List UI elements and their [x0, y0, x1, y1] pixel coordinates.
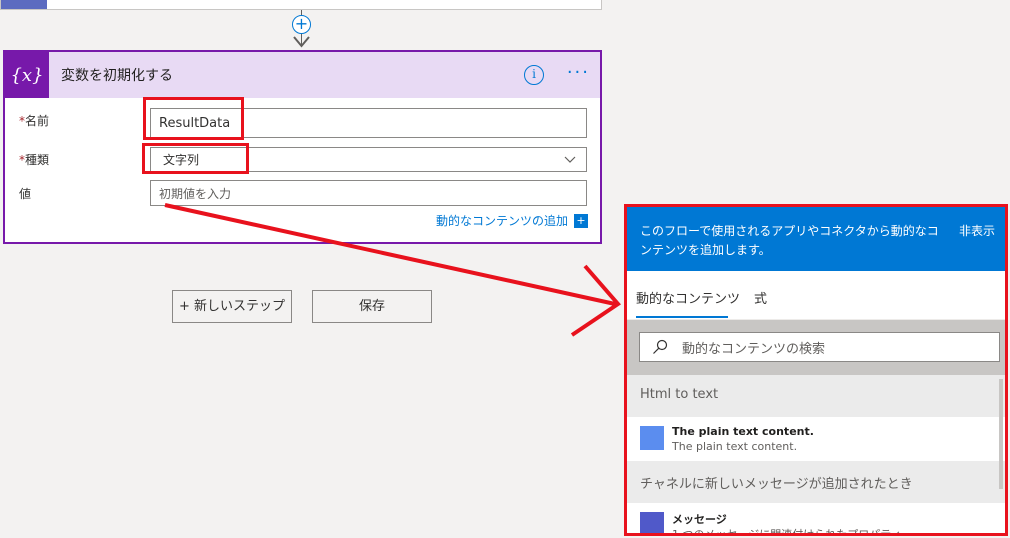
dynamic-content-list: Html to text The plain text content. The…	[627, 375, 1005, 536]
dynamic-content-panel[interactable]: このフローで使用されるアプリやコネクタから動的なコンテンツを追加します。 非表示…	[624, 204, 1008, 536]
type-label: *種類	[19, 153, 50, 167]
previous-step-icon	[1, 0, 47, 9]
save-button[interactable]: 保存	[312, 290, 432, 323]
item-subtitle: 1 つのメッセージに関連付けられたプロパティ	[672, 528, 902, 536]
list-item[interactable]: メッセージ 1 つのメッセージに関連付けられたプロパティ	[627, 503, 1005, 536]
add-dynamic-label: 動的なコンテンツの追加	[435, 214, 568, 228]
name-label: *名前	[19, 114, 50, 128]
teams-icon	[640, 512, 664, 533]
add-dynamic-icon: +	[574, 213, 588, 228]
section-header-teams: チャネルに新しいメッセージが追加されたとき	[627, 461, 1005, 503]
card-header[interactable]: {x} 変数を初期化する i ···	[5, 52, 600, 98]
type-value: 文字列	[163, 153, 200, 167]
variable-icon: {x}	[5, 52, 49, 98]
panel-header: このフローで使用されるアプリやコネクタから動的なコンテンツを追加します。 非表示	[627, 207, 1005, 271]
value-placeholder: 初期値を入力	[159, 186, 232, 201]
item-title: メッセージ	[672, 513, 727, 526]
panel-description: このフローで使用されるアプリやコネクタから動的なコンテンツを追加します。	[640, 224, 939, 257]
tab-dynamic-content[interactable]: 動的なコンテンツ	[636, 288, 740, 307]
more-options-icon[interactable]: ···	[567, 62, 590, 83]
panel-tabs: 動的なコンテンツ 式	[627, 271, 1005, 320]
scrollbar[interactable]	[999, 379, 1003, 489]
name-input[interactable]: ResultData	[150, 108, 587, 138]
section-header-html-to-text: Html to text	[627, 375, 1005, 417]
name-value: ResultData	[159, 115, 231, 131]
item-subtitle: The plain text content.	[672, 440, 798, 453]
card-title: 変数を初期化する	[61, 68, 173, 84]
search-area: 動的なコンテンツの検索	[627, 320, 1005, 375]
type-select[interactable]: 文字列	[150, 147, 587, 172]
hide-button[interactable]: 非表示	[959, 222, 995, 241]
search-input[interactable]: 動的なコンテンツの検索	[639, 332, 1000, 362]
chevron-down-icon	[564, 156, 576, 163]
list-item[interactable]: The plain text content. The plain text c…	[627, 417, 1005, 461]
item-title: The plain text content.	[672, 425, 814, 438]
previous-step-card[interactable]	[0, 0, 602, 10]
new-step-button[interactable]: + 新しいステップ	[172, 290, 292, 323]
active-tab-indicator	[636, 316, 728, 318]
html-to-text-icon	[640, 426, 664, 450]
initialize-variable-card[interactable]: {x} 変数を初期化する i ··· *名前 ResultData *種類 文字…	[3, 50, 602, 244]
search-icon	[653, 339, 668, 354]
value-label: 値	[19, 187, 32, 201]
insert-step-icon[interactable]: +	[292, 15, 311, 34]
tab-expression[interactable]: 式	[754, 288, 767, 307]
search-placeholder: 動的なコンテンツの検索	[682, 341, 826, 357]
value-input[interactable]: 初期値を入力	[150, 180, 587, 206]
add-dynamic-content-link[interactable]: 動的なコンテンツの追加 +	[436, 212, 588, 229]
info-icon[interactable]: i	[524, 65, 544, 85]
connector-arrow-icon	[293, 36, 310, 48]
